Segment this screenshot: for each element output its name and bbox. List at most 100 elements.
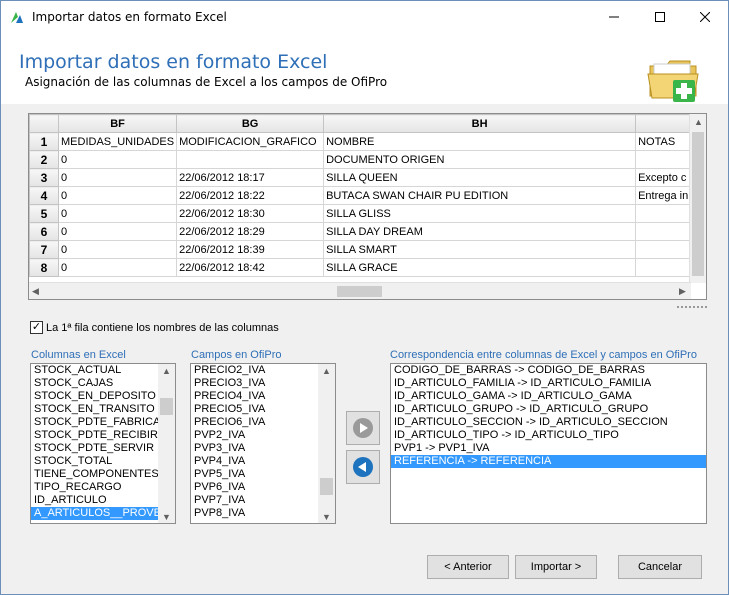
table-row[interactable]: 4 0 22/06/2012 18:22 BUTACA SWAN CHAIR PU E…	[29, 186, 697, 205]
grid-col-header[interactable]: BH	[323, 114, 637, 133]
ofipro-field-item[interactable]: PVP6_IVA	[191, 481, 335, 494]
grid-cell[interactable]: 0	[57, 204, 178, 223]
excel-column-item[interactable]: STOCK_EN_DEPOSITO	[31, 390, 175, 403]
excel-column-item[interactable]: STOCK_ACTUAL	[31, 364, 175, 377]
ofipro-field-item[interactable]: PRECIO6_IVA	[191, 416, 335, 429]
table-row[interactable]: 8 0 22/06/2012 18:42 SILLA GRACE	[29, 258, 697, 277]
scroll-up-icon[interactable]: ▲	[694, 117, 703, 127]
grid-cell[interactable]	[635, 258, 697, 277]
header-row-checkbox[interactable]: ✓	[30, 321, 43, 334]
back-button[interactable]: < Anterior	[427, 555, 509, 579]
excel-column-item[interactable]: A_ARTICULOS__PROVEE	[31, 507, 175, 520]
grid-cell[interactable]: SILLA DAY DREAM	[323, 222, 637, 241]
grid-cell[interactable]: SILLA QUEEN	[323, 168, 637, 187]
ofipro-fields-scrollbar[interactable]: ▲ ▼	[318, 364, 335, 523]
mapping-item[interactable]: ID_ARTICULO_SECCION -> ID_ARTICULO_SECCI…	[391, 416, 706, 429]
row-number[interactable]: 6	[29, 222, 59, 241]
mapping-list[interactable]: CODIGO_DE_BARRAS -> CODIGO_DE_BARRAS ID_A…	[390, 363, 707, 524]
close-icon[interactable]	[682, 1, 727, 32]
import-button[interactable]: Importar >	[515, 555, 597, 579]
header-row-checkbox-row[interactable]: ✓ La 1ª fila contiene los nombres de las…	[30, 321, 279, 334]
row-number[interactable]: 2	[29, 150, 59, 169]
scroll-up-icon[interactable]: ▲	[322, 366, 331, 376]
mapping-item[interactable]: ID_ARTICULO_GRUPO -> ID_ARTICULO_GRUPO	[391, 403, 706, 416]
scroll-down-icon[interactable]: ▼	[322, 512, 331, 522]
cancel-button[interactable]: Cancelar	[618, 555, 702, 579]
ofipro-field-item[interactable]: PVP2_IVA	[191, 429, 335, 442]
grid-cell[interactable]	[635, 150, 697, 169]
mapping-item[interactable]: CODIGO_DE_BARRAS -> CODIGO_DE_BARRAS	[391, 364, 706, 377]
row-number[interactable]: 8	[29, 258, 59, 277]
grid-cell[interactable]: 22/06/2012 18:29	[176, 222, 325, 241]
excel-columns-list[interactable]: STOCK_ACTUAL STOCK_CAJAS STOCK_EN_DEPOSITO…	[30, 363, 176, 524]
grid-cell[interactable]: SILLA SMART	[323, 240, 637, 259]
grid-cell[interactable]: MEDIDAS_UNIDADES	[57, 132, 178, 151]
grid-cell[interactable]: 22/06/2012 18:42	[176, 258, 325, 277]
grid-cell[interactable]: 0	[57, 222, 178, 241]
grid-cell[interactable]	[176, 150, 325, 169]
grid-cell[interactable]: 22/06/2012 18:30	[176, 204, 325, 223]
grid-cell[interactable]	[635, 222, 697, 241]
grid-cell[interactable]	[635, 240, 697, 259]
grid-horizontal-scrollbar[interactable]: ◀ ▶	[29, 282, 691, 299]
ofipro-field-item[interactable]: PRECIO3_IVA	[191, 377, 335, 390]
grid-vertical-scrollbar[interactable]: ▲	[689, 114, 706, 283]
excel-column-item[interactable]: STOCK_PDTE_SERVIR	[31, 442, 175, 455]
grid-col-header[interactable]: BG	[176, 114, 325, 133]
row-number[interactable]: 7	[29, 240, 59, 259]
scroll-right-icon[interactable]: ▶	[679, 286, 686, 297]
table-row[interactable]: 7 0 22/06/2012 18:39 SILLA SMART	[29, 240, 697, 259]
row-number[interactable]: 1	[29, 132, 59, 151]
maximize-icon[interactable]	[637, 1, 682, 32]
excel-column-item[interactable]: STOCK_CAJAS	[31, 377, 175, 390]
ofipro-field-item[interactable]: PRECIO4_IVA	[191, 390, 335, 403]
excel-column-item[interactable]: STOCK_PDTE_FABRICAR	[31, 416, 175, 429]
ofipro-field-item[interactable]: PVP8_IVA	[191, 507, 335, 520]
grid-cell[interactable]: BUTACA SWAN CHAIR PU EDITION	[323, 186, 637, 205]
grid-cell[interactable]: NOTAS	[635, 132, 697, 151]
ofipro-field-item[interactable]: PVP7_IVA	[191, 494, 335, 507]
scroll-up-icon[interactable]: ▲	[162, 366, 171, 376]
mapping-item[interactable]: REFERENCIA -> REFERENCIA	[391, 455, 706, 468]
table-row[interactable]: 5 0 22/06/2012 18:30 SILLA GLISS	[29, 204, 697, 223]
ofipro-fields-list[interactable]: PRECIO2_IVA PRECIO3_IVA PRECIO4_IVA PRECIO5…	[190, 363, 336, 524]
excel-column-item[interactable]: ID_ARTICULO	[31, 494, 175, 507]
grid-cell[interactable]: 22/06/2012 18:39	[176, 240, 325, 259]
excel-columns-scrollbar[interactable]: ▲ ▼	[158, 364, 175, 523]
grid-cell[interactable]: SILLA GLISS	[323, 204, 637, 223]
grid-col-header[interactable]: BF	[57, 114, 178, 133]
grid-cell[interactable]: MODIFICACION_GRAFICO	[176, 132, 325, 151]
grid-cell[interactable]: 0	[57, 186, 178, 205]
ofipro-field-item[interactable]: PRECIO2_IVA	[191, 364, 335, 377]
add-mapping-button[interactable]	[346, 411, 380, 445]
grid-cell[interactable]: 0	[57, 150, 178, 169]
remove-mapping-button[interactable]	[346, 450, 380, 484]
table-row[interactable]: 1 MEDIDAS_UNIDADES MODIFICACION_GRAFICO NOM…	[29, 132, 697, 151]
scroll-thumb[interactable]	[337, 286, 382, 297]
scroll-thumb[interactable]	[320, 478, 333, 495]
grid-cell[interactable]: NOMBRE	[323, 132, 637, 151]
resize-grip[interactable]	[677, 306, 707, 309]
ofipro-field-item[interactable]: PVP4_IVA	[191, 455, 335, 468]
minimize-icon[interactable]	[591, 1, 636, 32]
grid-cell[interactable]: Excepto c	[635, 168, 697, 187]
mapping-item[interactable]: ID_ARTICULO_GAMA -> ID_ARTICULO_GAMA	[391, 390, 706, 403]
mapping-item[interactable]: ID_ARTICULO_TIPO -> ID_ARTICULO_TIPO	[391, 429, 706, 442]
table-row[interactable]: 6 0 22/06/2012 18:29 SILLA DAY DREAM	[29, 222, 697, 241]
excel-column-item[interactable]: TIPO_RECARGO	[31, 481, 175, 494]
ofipro-field-item[interactable]: PVP3_IVA	[191, 442, 335, 455]
grid-cell[interactable]: SILLA GRACE	[323, 258, 637, 277]
excel-column-item[interactable]: STOCK_TOTAL	[31, 455, 175, 468]
ofipro-field-item[interactable]: PRECIO5_IVA	[191, 403, 335, 416]
excel-column-item[interactable]: STOCK_PDTE_RECIBIR	[31, 429, 175, 442]
mapping-item[interactable]: PVP1 -> PVP1_IVA	[391, 442, 706, 455]
grid-cell[interactable]: 22/06/2012 18:22	[176, 186, 325, 205]
row-number[interactable]: 5	[29, 204, 59, 223]
row-number[interactable]: 3	[29, 168, 59, 187]
grid-cell[interactable]	[635, 204, 697, 223]
grid-col-header[interactable]	[635, 114, 697, 133]
excel-column-item[interactable]: TIENE_COMPONENTES	[31, 468, 175, 481]
table-row[interactable]: 3 0 22/06/2012 18:17 SILLA QUEEN Excepto c	[29, 168, 697, 187]
mapping-item[interactable]: ID_ARTICULO_FAMILIA -> ID_ARTICULO_FAMIL…	[391, 377, 706, 390]
scroll-thumb[interactable]	[160, 398, 173, 415]
